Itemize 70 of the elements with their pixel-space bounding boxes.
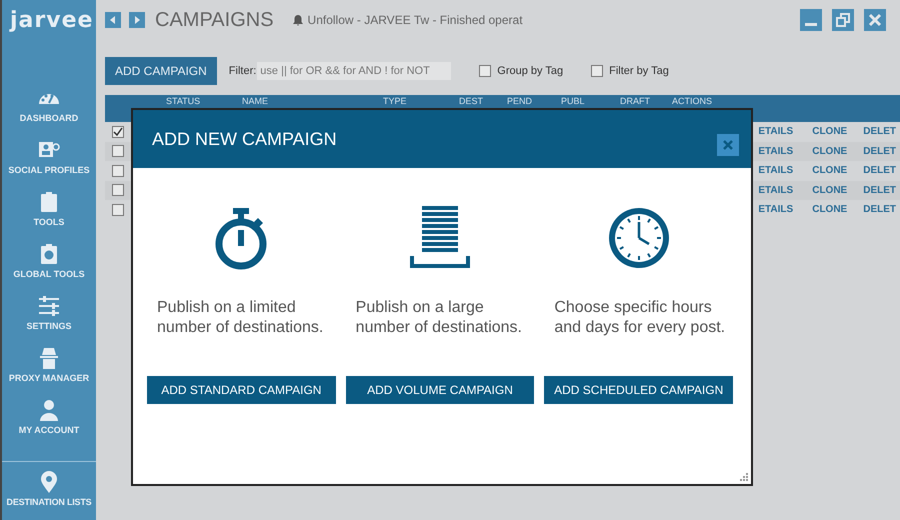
close-button[interactable] [717, 134, 739, 156]
clone-link[interactable]: CLONE [812, 184, 848, 196]
checkbox-label: Filter by Tag [609, 65, 669, 77]
stacked-lines-icon [408, 206, 472, 270]
close-icon [868, 13, 882, 27]
row-checkbox[interactable] [112, 204, 124, 216]
right-arrow-icon [132, 15, 142, 25]
details-link[interactable]: ETAILS [758, 204, 794, 216]
checkbox[interactable] [479, 65, 492, 77]
sliders-icon [37, 294, 61, 318]
delete-link[interactable]: DELET [863, 146, 896, 157]
column-header: TYPE [383, 96, 407, 106]
column-header: DRAFT [620, 96, 650, 106]
dialog-title: ADD NEW CAMPAIGN [152, 128, 337, 150]
column-header: ACTIONS [672, 96, 712, 106]
details-link[interactable]: ETAILS [758, 146, 794, 157]
close-icon [722, 139, 734, 151]
option-description: Publish on a limited number of destinations. [156, 298, 324, 338]
restore-icon [836, 13, 850, 27]
details-link[interactable]: ETAILS [758, 184, 794, 196]
user-icon [37, 398, 61, 422]
sidebar-item[interactable]: SETTINGS [2, 294, 96, 340]
notification-text: Unfollow - JARVEE Tw - Finished operat [308, 13, 523, 27]
column-header: STATUS [166, 96, 200, 106]
delete-link[interactable]: DELET [863, 165, 896, 176]
sidebar-item[interactable]: DASHBOARD [2, 86, 96, 132]
forward-button[interactable] [129, 12, 145, 28]
option-description: Publish on a large number of destinations. [354, 298, 523, 338]
page-title: CAMPAIGNS [155, 8, 274, 32]
add-campaign-button[interactable]: ADD CAMPAIGN [105, 57, 217, 85]
details-link[interactable]: ETAILS [758, 165, 794, 176]
row-checkbox[interactable] [112, 184, 124, 196]
checkbox-label: Group by Tag [497, 65, 564, 77]
clock-icon [606, 206, 671, 270]
sidebar-item[interactable]: MY ACCOUNT [2, 398, 96, 444]
sidebar-item[interactable]: TOOLS [2, 190, 96, 236]
left-arrow-icon [108, 15, 118, 25]
sidebar-item[interactable]: PROXY MANAGER [2, 346, 96, 392]
sidebar-item[interactable]: SOCIAL PROFILES [2, 138, 96, 184]
row-checkbox[interactable] [112, 126, 124, 138]
add-campaign-button[interactable]: ADD SCHEDULED CAMPAIGN [544, 376, 734, 404]
clone-link[interactable]: CLONE [812, 165, 848, 176]
bell-icon [292, 14, 304, 26]
minimize-icon [805, 22, 817, 26]
filter-field[interactable]: use || for OR && for AND ! for NOT [257, 62, 452, 80]
clone-link[interactable]: CLONE [812, 204, 848, 216]
clone-link[interactable]: CLONE [812, 126, 848, 138]
column-header: PUBL [561, 96, 585, 106]
close-button[interactable] [864, 9, 886, 31]
resize-grip-icon [740, 473, 748, 481]
checkbox[interactable] [591, 65, 604, 77]
sidebar-item[interactable]: GLOBAL TOOLS [2, 242, 96, 288]
delete-link[interactable]: DELET [863, 126, 896, 138]
column-header: DEST [459, 96, 484, 106]
delete-link[interactable]: DELET [863, 184, 896, 196]
app-logo: jarvee [8, 7, 94, 35]
restore-button[interactable] [832, 9, 854, 31]
option-description: Choose specific hours and days for every post. [553, 298, 726, 338]
column-header: PEND [507, 96, 532, 106]
delete-link[interactable]: DELET [863, 204, 896, 216]
row-checkbox[interactable] [112, 145, 124, 158]
back-button[interactable] [105, 12, 121, 28]
filter-label: Filter: [228, 65, 256, 77]
minimize-button[interactable] [800, 9, 822, 31]
add-campaign-button[interactable]: ADD VOLUME CAMPAIGN [346, 376, 534, 404]
add-campaign-button[interactable]: ADD STANDARD CAMPAIGN [147, 376, 336, 404]
clone-link[interactable]: CLONE [812, 146, 848, 157]
column-header: NAME [242, 96, 268, 106]
row-checkbox[interactable] [112, 164, 124, 177]
details-link[interactable]: ETAILS [758, 126, 794, 138]
